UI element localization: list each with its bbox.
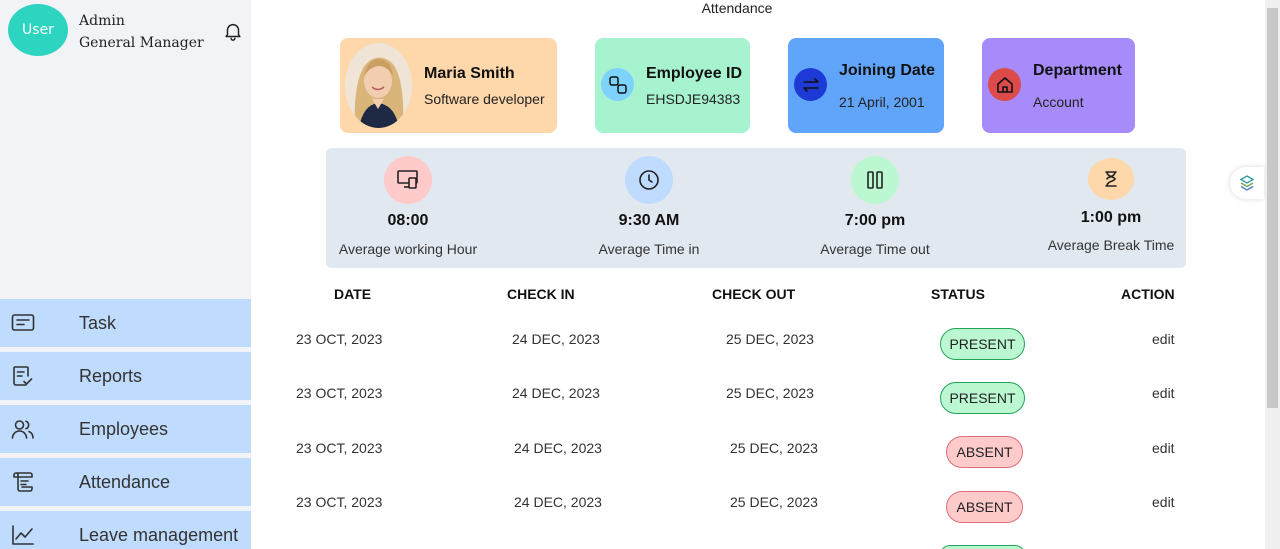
stat-value: 1:00 pm (1080, 209, 1142, 226)
devices-icon (384, 156, 432, 204)
cell-check-out: 25 DEC, 2023 (730, 494, 818, 510)
clock-icon (625, 156, 673, 204)
floating-helper-button[interactable] (1230, 167, 1264, 199)
employee-id-value: EHSDJE94383 (646, 91, 741, 107)
avatar[interactable]: User (8, 4, 68, 56)
sidebar-item-label: Task (79, 313, 117, 333)
joining-date-value: 21 April, 2001 (839, 94, 925, 110)
sidebar-item-employees[interactable]: Employees (0, 405, 251, 453)
home-icon (988, 68, 1021, 101)
stat-time-in: 9:30 AM Average Time in (549, 148, 749, 268)
column-header-check-in[interactable]: CHECK IN (507, 286, 575, 302)
stat-value: 7:00 pm (844, 212, 906, 229)
cell-check-out: 25 DEC, 2023 (726, 331, 814, 347)
sidebar-item-label: Leave management (79, 525, 239, 545)
main-content: Attendance Maria Smith Software develope… (251, 0, 1265, 549)
chart-line-icon (12, 525, 34, 545)
cell-check-in: 24 DEC, 2023 (514, 440, 602, 456)
status-badge: PRESENT (940, 382, 1025, 414)
sidebar-item-label: Reports (79, 366, 143, 386)
hourglass-icon (1088, 158, 1134, 200)
department-value: Account (1033, 94, 1084, 110)
column-header-status[interactable]: STATUS (931, 286, 985, 302)
sidebar-item-task[interactable]: Task (0, 299, 251, 347)
employee-name: Maria Smith (424, 65, 515, 82)
column-header-action[interactable]: ACTION (1121, 286, 1175, 302)
stat-break-time: 1:00 pm Average Break Time (1011, 148, 1211, 268)
stat-value: 9:30 AM (618, 212, 680, 229)
cell-date: 23 OCT, 2023 (296, 331, 383, 347)
employee-id-card: Employee ID EHSDJE94383 (595, 38, 750, 133)
employee-id-icon (601, 68, 634, 101)
user-title: General Manager (79, 35, 204, 51)
stat-label: Average Time out (820, 241, 930, 257)
user-role: Admin (79, 13, 125, 29)
employee-photo (345, 43, 412, 128)
cell-check-in: 24 DEC, 2023 (512, 385, 600, 401)
task-icon (11, 314, 35, 331)
cell-check-in: 24 DEC, 2023 (514, 494, 602, 510)
employee-profile-card: Maria Smith Software developer (340, 38, 557, 133)
scrollbar-thumb[interactable] (1267, 8, 1278, 408)
status-badge-partial (940, 545, 1025, 549)
joining-date-title: Joining Date (839, 62, 936, 79)
employee-id-title: Employee ID (646, 65, 743, 82)
stat-label: Average working Hour (338, 241, 478, 257)
edit-link[interactable]: edit (1152, 440, 1175, 456)
edit-link[interactable]: edit (1152, 385, 1175, 401)
employee-role: Software developer (424, 91, 545, 107)
cell-check-out: 25 DEC, 2023 (730, 440, 818, 456)
stat-value: 08:00 (387, 212, 429, 229)
edit-link[interactable]: edit (1152, 331, 1175, 347)
stat-working-hour: 08:00 Average working Hour (308, 148, 508, 268)
users-icon (11, 420, 34, 439)
vertical-scrollbar[interactable] (1265, 0, 1280, 549)
sidebar-item-label: Employees (79, 419, 169, 439)
column-header-check-out[interactable]: CHECK OUT (712, 286, 795, 302)
department-title: Department (1033, 62, 1122, 79)
sidebar: User Admin General Manager Task Reports (0, 0, 251, 549)
pause-icon (851, 156, 899, 204)
cell-date: 23 OCT, 2023 (296, 385, 383, 401)
stat-time-out: 7:00 pm Average Time out (775, 148, 975, 268)
cell-date: 23 OCT, 2023 (296, 440, 383, 456)
attendance-icon (13, 472, 33, 492)
page-title: Attendance (701, 0, 773, 16)
bell-icon[interactable] (222, 19, 244, 43)
sidebar-item-reports[interactable]: Reports (0, 352, 251, 400)
stat-label: Average Time in (598, 241, 700, 257)
swap-icon (794, 68, 827, 101)
cell-check-out: 25 DEC, 2023 (726, 385, 814, 401)
stat-label: Average Break Time (1047, 237, 1175, 253)
user-profile: User Admin General Manager (8, 4, 248, 60)
status-badge: ABSENT (946, 436, 1023, 468)
sidebar-item-label: Attendance (79, 472, 171, 492)
status-badge: ABSENT (946, 491, 1023, 523)
sidebar-item-leave-management[interactable]: Leave management (0, 511, 251, 549)
column-header-date[interactable]: DATE (334, 286, 371, 302)
joining-date-card: Joining Date 21 April, 2001 (788, 38, 944, 133)
attendance-stats-panel: 08:00 Average working Hour 9:30 AM Avera… (326, 148, 1186, 268)
sidebar-nav: Task Reports Employees Attendance Leave … (0, 299, 251, 549)
layers-icon (1239, 175, 1255, 191)
cell-date: 23 OCT, 2023 (296, 494, 383, 510)
edit-link[interactable]: edit (1152, 494, 1175, 510)
department-card: Department Account (982, 38, 1135, 133)
app-root: User Admin General Manager Task Reports (0, 0, 1280, 549)
sidebar-item-attendance[interactable]: Attendance (0, 458, 251, 506)
report-icon (13, 366, 33, 386)
cell-check-in: 24 DEC, 2023 (512, 331, 600, 347)
status-badge: PRESENT (940, 328, 1025, 360)
